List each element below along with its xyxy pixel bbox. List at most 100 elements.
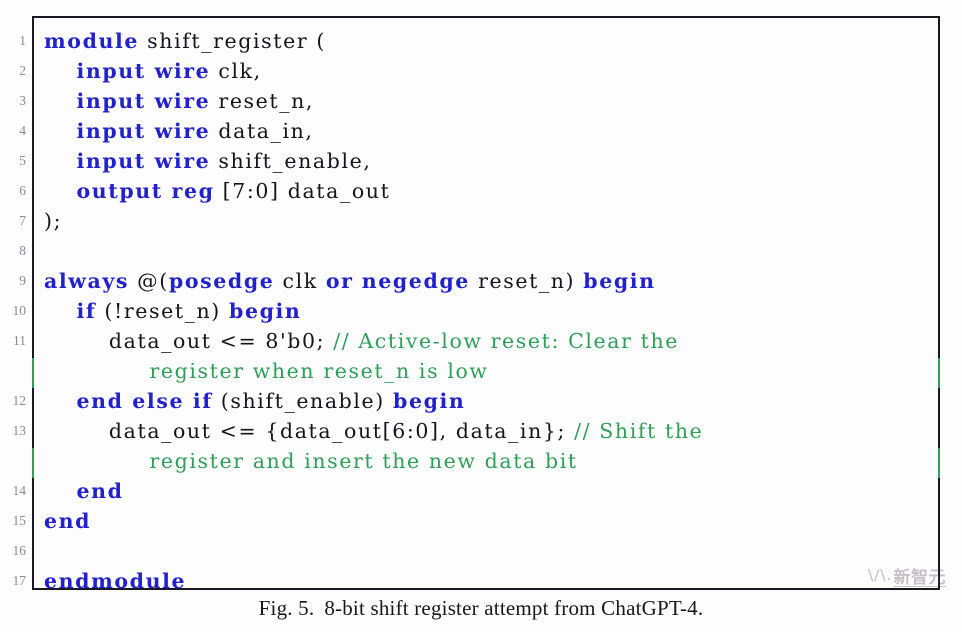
code-token-pln xyxy=(44,89,76,113)
code-line: 12 end else if (shift_enable) begin xyxy=(0,386,962,416)
code-token-cmt: register and insert the new data bit xyxy=(149,449,578,473)
code-text: register when reset_n is low xyxy=(44,356,489,386)
code-token-pln: data_out <= {data_out[6:0], data_in}; xyxy=(44,419,575,443)
code-token-pln xyxy=(44,59,76,83)
code-token-kw: end else if xyxy=(76,389,213,413)
figure-caption-text: 8-bit shift register attempt from ChatGP… xyxy=(324,596,704,620)
code-line: register when reset_n is low xyxy=(0,356,962,386)
code-token-pln xyxy=(44,359,150,383)
figure-container: 1 module shift_register (2 input wire clk… xyxy=(0,0,962,632)
code-token-pln xyxy=(44,149,76,173)
code-text: end xyxy=(44,506,91,536)
code-line: 15 end xyxy=(0,506,962,536)
code-lines: 1 module shift_register (2 input wire clk… xyxy=(0,26,962,596)
code-token-kw: input wire xyxy=(76,59,211,83)
code-token-pln: reset_n) xyxy=(469,269,584,293)
figure-number: Fig. 5. xyxy=(258,596,315,620)
code-token-kw: end xyxy=(44,509,92,533)
code-token-kw: or xyxy=(325,269,354,293)
code-token-kw: negedge xyxy=(361,269,470,293)
code-token-kw: always xyxy=(44,269,130,293)
code-token-pln: clk, xyxy=(210,59,262,83)
code-line: 17 endmodule xyxy=(0,566,962,596)
code-line: 6 output reg [7:0] data_out xyxy=(0,176,962,206)
code-token-pln xyxy=(44,449,150,473)
code-line: 9 always @(posedge clk or negedge reset_n… xyxy=(0,266,962,296)
code-text: data_out <= 8'b0; // Active-low reset: C… xyxy=(44,326,679,356)
line-number: 2 xyxy=(19,63,26,78)
code-token-pln: shift_enable, xyxy=(210,149,372,173)
code-token-kw: input wire xyxy=(76,89,211,113)
code-token-pln xyxy=(44,119,76,143)
code-token-kw: output reg xyxy=(76,179,215,203)
code-token-kw: endmodule xyxy=(44,569,187,593)
code-text: input wire clk, xyxy=(44,56,262,86)
code-token-pln: shift_register ( xyxy=(139,29,326,53)
line-number: 14 xyxy=(12,483,27,498)
line-number: 10 xyxy=(12,303,27,318)
code-line: 5 input wire shift_enable, xyxy=(0,146,962,176)
code-token-kw: end xyxy=(76,479,124,503)
code-line: 7); xyxy=(0,206,962,236)
code-token-pln: [7:0] data_out xyxy=(214,179,391,203)
code-line: 8 xyxy=(0,236,962,266)
code-line: 14 end xyxy=(0,476,962,506)
line-number: 13 xyxy=(12,423,27,438)
code-text: input wire reset_n, xyxy=(44,86,314,116)
code-token-kw: begin xyxy=(583,269,656,293)
line-number: 17 xyxy=(12,573,27,588)
line-number: 12 xyxy=(12,393,27,408)
code-text: module shift_register ( xyxy=(44,26,326,56)
code-text: always @(posedge clk or negedge reset_n)… xyxy=(44,266,656,296)
code-text: data_out <= {data_out[6:0], data_in}; //… xyxy=(44,416,703,446)
code-line: register and insert the new data bit xyxy=(0,446,962,476)
code-text: ); xyxy=(44,206,62,236)
code-token-cmt: register when reset_n is low xyxy=(149,359,489,383)
code-token-pln xyxy=(44,479,76,503)
code-token-pln xyxy=(354,269,362,293)
code-token-pln: reset_n, xyxy=(210,89,315,113)
code-token-cmt: // Shift the xyxy=(574,419,704,443)
code-text: end else if (shift_enable) begin xyxy=(44,386,465,416)
code-token-pln: clk xyxy=(274,269,326,293)
code-token-pln: ); xyxy=(44,209,63,233)
code-token-pln: (!reset_n) xyxy=(96,299,230,323)
code-token-kw: begin xyxy=(229,299,302,323)
code-token-pln: @( xyxy=(129,269,169,293)
code-line: 13 data_out <= {data_out[6:0], data_in};… xyxy=(0,416,962,446)
code-text: output reg [7:0] data_out xyxy=(44,176,390,206)
code-token-kw: module xyxy=(44,29,140,53)
line-number: 11 xyxy=(13,333,26,348)
figure-caption: Fig. 5. 8-bit shift register attempt from… xyxy=(0,596,962,621)
code-text: register and insert the new data bit xyxy=(44,446,578,476)
code-line: 4 input wire data_in, xyxy=(0,116,962,146)
code-text: input wire data_in, xyxy=(44,116,314,146)
code-token-pln: data_out <= 8'b0; xyxy=(44,329,334,353)
line-number: 3 xyxy=(19,93,26,108)
line-number: 4 xyxy=(19,123,26,138)
line-number: 1 xyxy=(19,33,26,48)
code-token-pln: data_in, xyxy=(210,119,314,143)
code-token-pln xyxy=(44,179,76,203)
code-token-cmt: // Active-low reset: Clear the xyxy=(333,329,679,353)
line-number: 5 xyxy=(19,153,26,168)
code-line: 16 xyxy=(0,536,962,566)
code-text: end xyxy=(44,476,124,506)
line-number: 15 xyxy=(12,513,27,528)
line-number: 7 xyxy=(19,213,26,228)
line-number: 9 xyxy=(19,273,26,288)
code-line: 11 data_out <= 8'b0; // Active-low reset… xyxy=(0,326,962,356)
code-listing: 1 module shift_register (2 input wire clk… xyxy=(0,0,962,593)
code-line: 10 if (!reset_n) begin xyxy=(0,296,962,326)
line-number: 8 xyxy=(19,243,26,258)
code-line: 2 input wire clk, xyxy=(0,56,962,86)
code-text: input wire shift_enable, xyxy=(44,146,371,176)
code-token-kw: posedge xyxy=(168,269,275,293)
code-text: if (!reset_n) begin xyxy=(44,296,301,326)
code-line: 3 input wire reset_n, xyxy=(0,86,962,116)
code-token-kw: begin xyxy=(393,389,466,413)
code-text: endmodule xyxy=(44,566,186,596)
code-token-kw: if xyxy=(76,299,97,323)
code-token-pln xyxy=(44,389,76,413)
code-token-pln: (shift_enable) xyxy=(212,389,394,413)
